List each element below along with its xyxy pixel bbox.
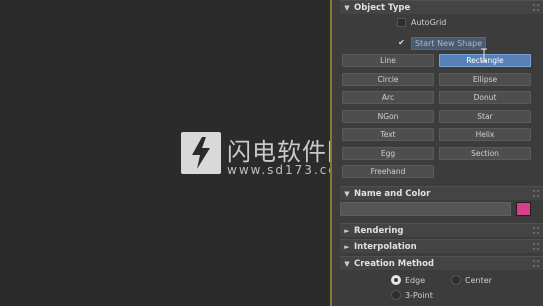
autogrid-label: AutoGrid xyxy=(411,18,447,27)
drag-grip-icon[interactable] xyxy=(533,243,539,250)
shape-button-ellipse[interactable]: Ellipse xyxy=(439,73,531,86)
3point-radio[interactable] xyxy=(391,290,401,300)
object-name-input[interactable] xyxy=(340,202,511,216)
start-new-shape-label: Start New Shape xyxy=(411,37,487,50)
edge-label: Edge xyxy=(405,275,426,285)
shape-button-star[interactable]: Star xyxy=(439,110,531,123)
shape-button-helix[interactable]: Helix xyxy=(439,128,531,141)
shape-button-text[interactable]: Text xyxy=(342,128,434,141)
shape-button-freehand[interactable]: Freehand xyxy=(342,165,434,178)
rollout-title: Name and Color xyxy=(354,188,431,199)
expand-icon: ► xyxy=(344,226,350,235)
shape-button-donut[interactable]: Donut xyxy=(439,91,531,104)
expand-icon: ► xyxy=(344,242,350,251)
drag-grip-icon[interactable] xyxy=(533,260,539,267)
rollout-title: Interpolation xyxy=(354,241,417,252)
drag-grip-icon[interactable] xyxy=(533,190,539,197)
autogrid-checkbox[interactable] xyxy=(397,18,406,27)
rollout-title: Rendering xyxy=(354,225,404,236)
shape-button-circle[interactable]: Circle xyxy=(342,73,434,86)
rollout-name-color-header[interactable]: ▼ Name and Color xyxy=(340,186,543,200)
shape-button-ngon[interactable]: NGon xyxy=(342,110,434,123)
rollout-creation-method-header[interactable]: ▼ Creation Method xyxy=(340,256,543,270)
shape-button-egg[interactable]: Egg xyxy=(342,147,434,160)
creation-center-option[interactable]: Center xyxy=(451,275,492,285)
creation-edge-option[interactable]: Edge xyxy=(391,275,425,285)
collapse-icon: ▼ xyxy=(344,189,350,198)
text-cursor-icon xyxy=(481,48,487,62)
drag-grip-icon[interactable] xyxy=(533,227,539,234)
shape-button-line[interactable]: Line xyxy=(342,54,434,67)
edge-radio[interactable] xyxy=(391,275,401,285)
collapse-icon: ▼ xyxy=(344,3,350,12)
shape-button-arc[interactable]: Arc xyxy=(342,91,434,104)
creation-3point-option[interactable]: 3-Point xyxy=(391,290,433,300)
rollout-object-type-header[interactable]: ▼ Object Type xyxy=(340,0,543,14)
autogrid-row[interactable]: AutoGrid xyxy=(397,18,446,27)
lightning-logo-icon xyxy=(181,132,221,174)
rollout-title: Object Type xyxy=(354,2,411,13)
3point-label: 3-Point xyxy=(405,290,433,300)
viewport[interactable]: 闪电软件园 www.sd173.com xyxy=(0,0,351,306)
rollout-title: Creation Method xyxy=(354,258,435,269)
object-color-swatch[interactable] xyxy=(516,202,531,216)
start-new-shape-row[interactable]: ✔ Start New Shape xyxy=(397,37,487,50)
center-label: Center xyxy=(465,275,492,285)
center-radio[interactable] xyxy=(451,275,461,285)
rollout-rendering-header[interactable]: ► Rendering xyxy=(340,223,543,237)
rollout-interpolation-header[interactable]: ► Interpolation xyxy=(340,239,543,253)
shape-button-section[interactable]: Section xyxy=(439,147,531,160)
start-new-shape-checkbox[interactable]: ✔ xyxy=(397,39,406,48)
collapse-icon: ▼ xyxy=(344,259,350,268)
drag-grip-icon[interactable] xyxy=(533,4,539,11)
